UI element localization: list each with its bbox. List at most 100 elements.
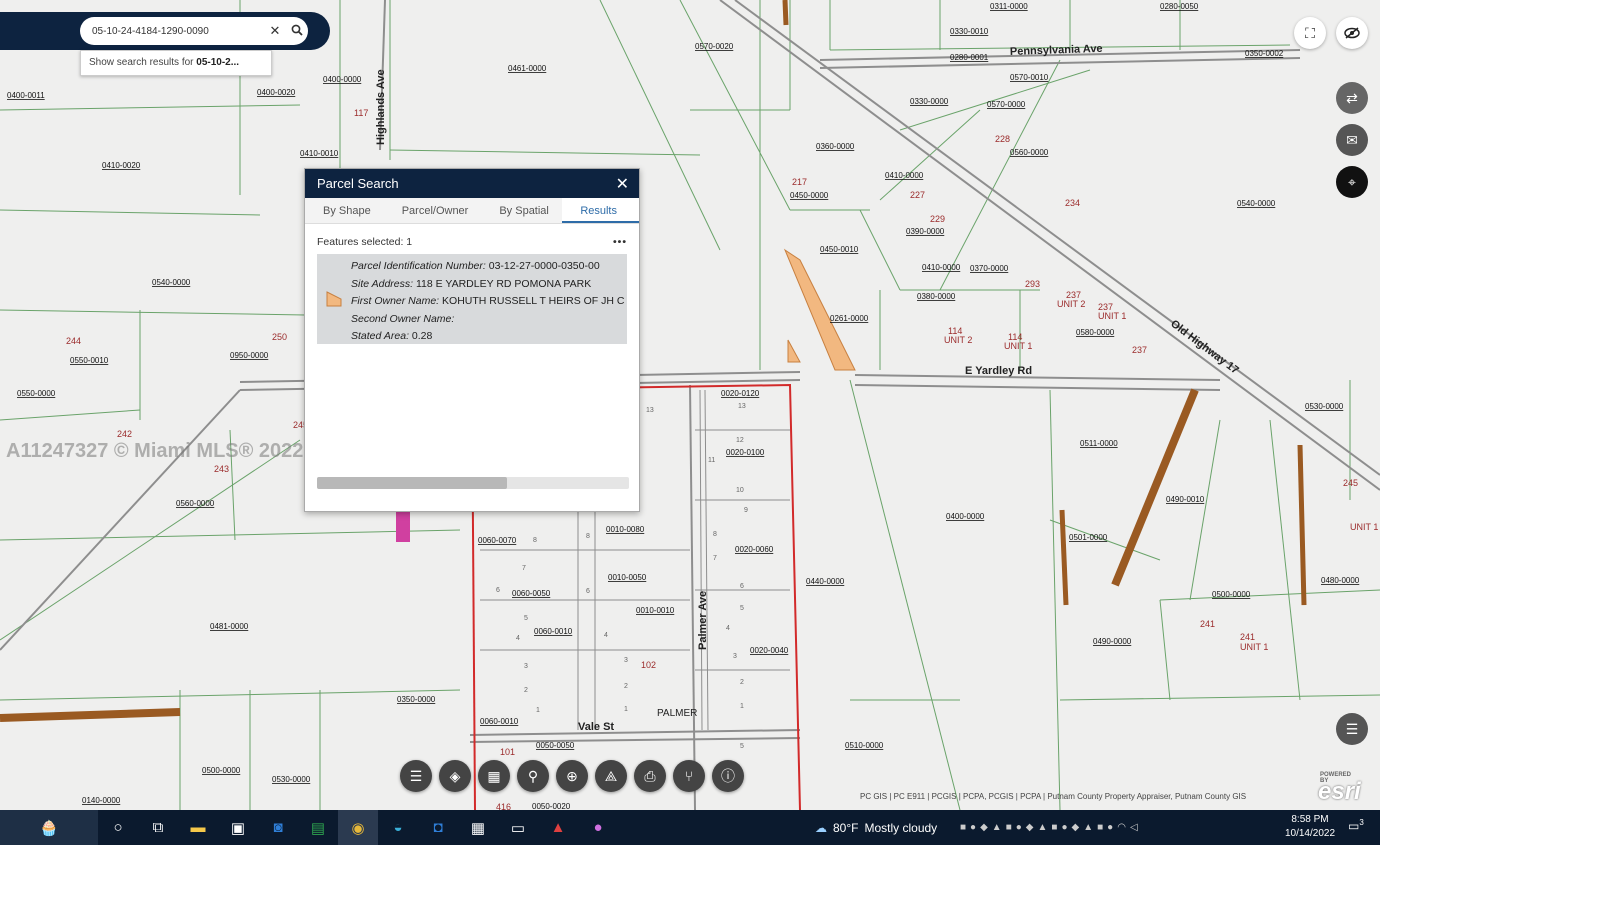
weather-text: Mostly cloudy [864, 820, 938, 835]
acrobat-icon[interactable]: ▲ [538, 810, 578, 845]
unit-label: UNIT 1 [1098, 311, 1126, 321]
locate-tool-button[interactable]: ⚲ [517, 760, 549, 792]
parcel-label: 0390-0000 [906, 227, 945, 236]
street-number: 241 [1200, 619, 1215, 629]
unit-label: UNIT 1 [1240, 642, 1268, 652]
outlook-2-icon[interactable]: ◘ [418, 810, 458, 845]
print-tool-button[interactable]: ⎙ [634, 760, 666, 792]
tray-icon[interactable]: ■ [1051, 822, 1057, 833]
measure-tool-button[interactable]: ⟁ [595, 760, 627, 792]
parcel-map[interactable]: Pennsylvania Ave Highlands Ave E Yardley… [0, 0, 1380, 810]
search-circle-icon[interactable]: ○ [98, 810, 138, 845]
wifi-icon[interactable]: ◠ [1117, 822, 1126, 833]
parcel-label: 0400-0011 [7, 91, 45, 100]
tray-icon[interactable]: ● [1016, 822, 1022, 833]
file-explorer-icon[interactable]: ▬ [178, 810, 218, 845]
features-selected-count: Features selected: 1 [317, 236, 413, 248]
parcel-label: 0410-0000 [922, 263, 961, 272]
tray-icon[interactable]: ● [1107, 822, 1113, 833]
clock-date: 10/14/2022 [1284, 828, 1336, 839]
tray-icon[interactable]: ● [1061, 822, 1067, 833]
transfer-icon: ⇄ [1346, 89, 1358, 106]
tab-by-shape[interactable]: By Shape [305, 198, 384, 223]
tray-icon[interactable]: ◆ [980, 822, 988, 833]
tab-results[interactable]: Results [562, 198, 639, 223]
parcel-label: 0140-0000 [82, 796, 121, 805]
svg-text:2: 2 [740, 679, 744, 686]
widgets-icon[interactable]: 🧁 [0, 810, 98, 845]
tray-icon[interactable]: ▲ [1083, 822, 1093, 833]
layers-tool-button[interactable]: ◈ [439, 760, 471, 792]
excel-icon[interactable]: ▤ [298, 810, 338, 845]
transfer-button[interactable]: ⇄ [1336, 82, 1368, 114]
hide-button[interactable] [1336, 17, 1368, 49]
grid-tool-button[interactable]: ▦ [478, 760, 510, 792]
clear-icon[interactable]: ✕ [264, 23, 286, 39]
tray-icon[interactable]: ■ [1097, 822, 1103, 833]
edge-icon[interactable]: ◒ [378, 810, 418, 845]
fullscreen-button[interactable]: ⛶ [1294, 17, 1326, 49]
weather-temp: 80°F [833, 820, 859, 835]
chrome-icon[interactable]: ◉ [338, 810, 378, 845]
street-number: 243 [214, 464, 229, 474]
volume-icon[interactable]: ◁ [1130, 822, 1138, 833]
share-tool-button[interactable]: ⑂ [673, 760, 705, 792]
parcel-label: 0060-0050 [512, 589, 551, 598]
tray-icon[interactable]: ◆ [1072, 822, 1080, 833]
outlook-icon[interactable]: ◙ [258, 810, 298, 845]
system-tray[interactable]: ■ ● ◆ ▲ ■ ● ◆ ▲ ■ ● ◆ ▲ ■ ● ◠ ◁ [960, 810, 1138, 845]
list-button[interactable]: ☰ [1336, 713, 1368, 745]
tray-icon[interactable]: ▲ [1038, 822, 1048, 833]
paint-icon[interactable]: ● [578, 810, 618, 845]
mail-button[interactable]: ✉ [1336, 124, 1368, 156]
street-number: 237 [1132, 345, 1147, 355]
weather-widget[interactable]: ☁ 80°F Mostly cloudy [815, 810, 937, 845]
parcel-label: 0950-0000 [230, 351, 269, 360]
tab-parcel-owner[interactable]: Parcel/Owner [384, 198, 482, 223]
search-suggestion[interactable]: Show search results for 05-10-2... [80, 50, 272, 76]
clock[interactable]: 8:58 PM 10/14/2022 [1280, 813, 1340, 841]
scrollbar-thumb[interactable] [317, 477, 507, 489]
clock-time: 8:58 PM [1291, 814, 1329, 825]
store-icon[interactable]: ▣ [218, 810, 258, 845]
svg-text:2: 2 [524, 687, 528, 694]
globe-tool-button[interactable]: ⊕ [556, 760, 588, 792]
svg-text:7: 7 [522, 565, 526, 572]
search-value[interactable]: 05-10-24-4184-1290-0090 [92, 26, 264, 37]
parcel-label: 0560-0000 [176, 499, 215, 508]
parcel-label: 0060-0010 [534, 627, 573, 636]
map-attribution: PC GIS | PC E911 | PCGIS | PCPA, PCGIS |… [860, 792, 1247, 801]
tray-icon[interactable]: ● [970, 822, 976, 833]
parcel-label: 0060-0070 [478, 536, 517, 545]
select-button[interactable]: ⌖ [1336, 166, 1368, 198]
panel-header: Parcel Search ✕ [305, 169, 639, 198]
notifications-icon[interactable]: ▭3 [1348, 818, 1364, 833]
tab-by-spatial[interactable]: By Spatial [481, 198, 562, 223]
task-view-icon[interactable]: ⧉ [138, 810, 178, 845]
search-input[interactable]: 05-10-24-4184-1290-0090 ✕ [80, 17, 308, 45]
svg-text:6: 6 [740, 583, 744, 590]
unit-label: UNIT 2 [1057, 299, 1085, 309]
tray-icon[interactable]: ■ [960, 822, 966, 833]
app-icon[interactable]: ▭ [498, 810, 538, 845]
search-icon[interactable] [286, 24, 308, 39]
tray-icon[interactable]: ■ [1006, 822, 1012, 833]
mls-watermark: A11247327 © Miami MLS® 2022 [6, 440, 304, 462]
close-icon[interactable]: ✕ [616, 174, 629, 194]
road-label-highlands: Highlands Ave [375, 69, 387, 145]
horizontal-scrollbar[interactable] [317, 477, 629, 489]
tray-icon[interactable]: ◆ [1026, 822, 1034, 833]
street-number: 229 [930, 214, 945, 224]
result-item[interactable]: Parcel Identification Number: 03-12-27-0… [317, 254, 627, 344]
owner-value: KOHUTH RUSSELL T HEIRS OF JH C [442, 295, 625, 308]
info-tool-button[interactable]: ⓘ [712, 760, 744, 792]
parcel-label: 0490-0000 [1093, 637, 1132, 646]
more-options-icon[interactable]: ••• [613, 236, 627, 248]
area-value: 0.28 [411, 330, 433, 343]
calculator-icon[interactable]: ▦ [458, 810, 498, 845]
list-tool-button[interactable]: ☰ [400, 760, 432, 792]
tray-icon[interactable]: ▲ [992, 822, 1002, 833]
street-number: 217 [792, 177, 807, 187]
panel-title: Parcel Search [317, 176, 399, 191]
parcel-label: 0510-0000 [845, 741, 884, 750]
